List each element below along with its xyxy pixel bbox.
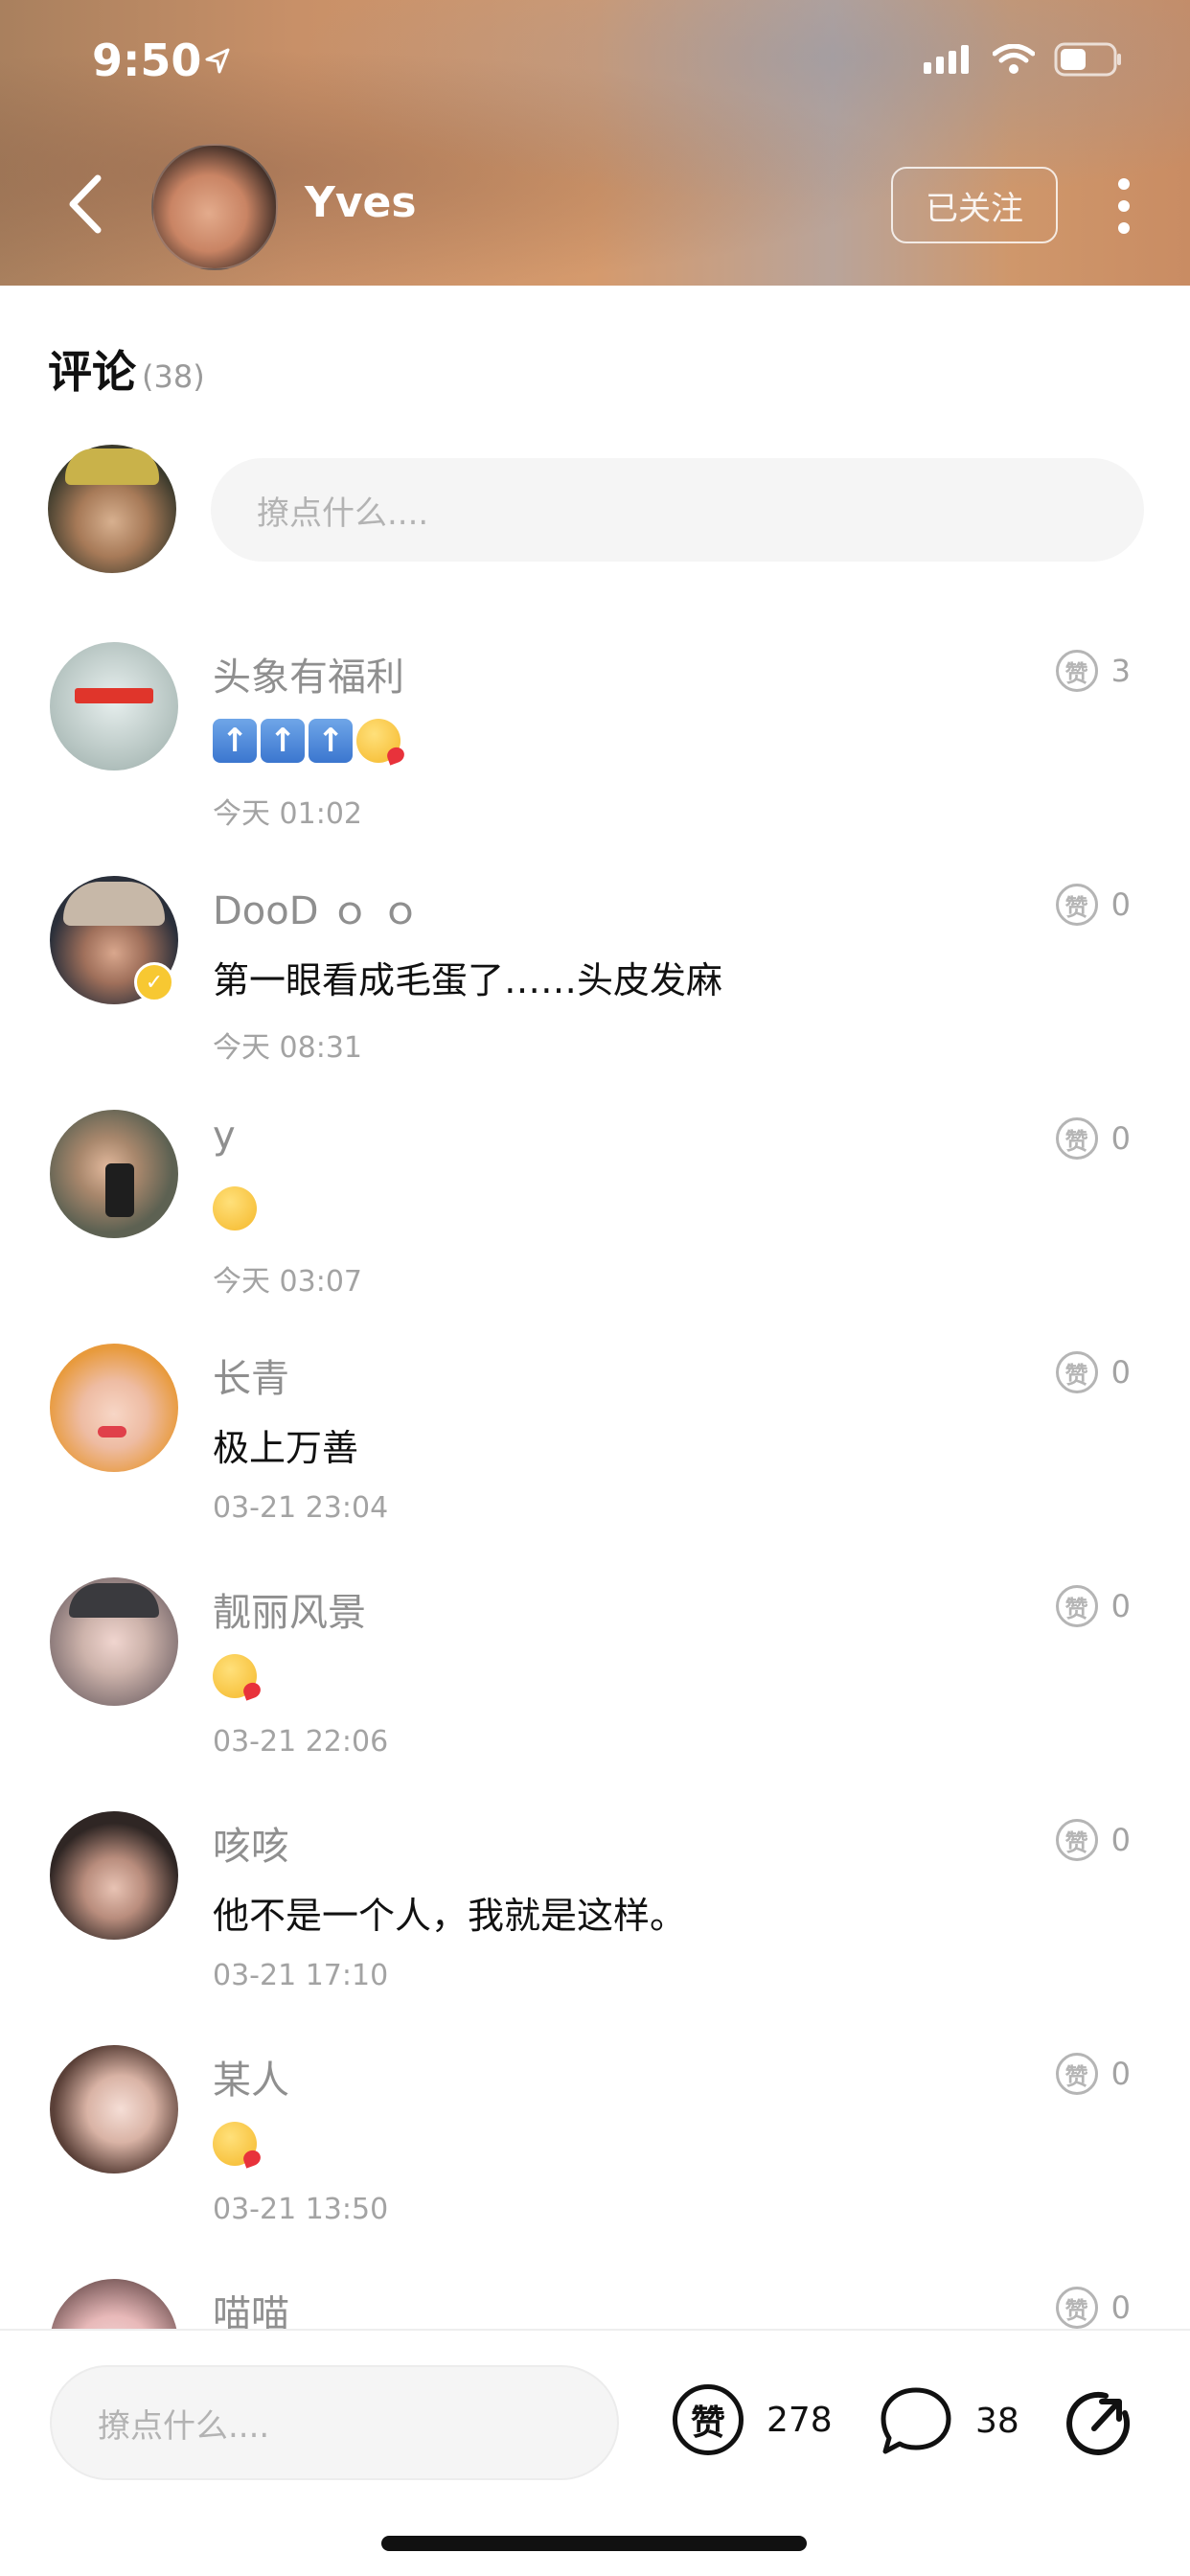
- commenter-name[interactable]: 头象有福利: [213, 646, 404, 702]
- comment-item: 长青 极上万善 03-21 23:04 赞 0: [0, 1334, 1190, 1568]
- author-name[interactable]: Yves: [305, 178, 417, 227]
- comment-like-button[interactable]: 赞 0: [1055, 1819, 1131, 1861]
- kissing-face-emoji-icon: [213, 1653, 257, 1698]
- kissing-face-emoji-icon: [356, 718, 400, 763]
- more-options-icon[interactable]: [1110, 172, 1138, 240]
- kissing-face-emoji-icon: [213, 2121, 257, 2166]
- comment-item: ✓ DooD ｏ ｏ 第一眼看成毛蛋了……头皮发麻 今天 08:31 赞 0: [0, 866, 1190, 1100]
- following-button[interactable]: 已关注: [891, 167, 1058, 243]
- winking-face-emoji-icon: [213, 1185, 257, 1230]
- commenter-avatar[interactable]: [50, 1577, 178, 1706]
- comment-compose-row: 撩点什么....: [48, 445, 1144, 573]
- comment-text: [213, 1184, 257, 1230]
- like-count: 0: [1110, 1354, 1131, 1391]
- home-indicator[interactable]: [381, 2536, 807, 2551]
- comment-text: [213, 2120, 257, 2166]
- like-icon: 赞: [1055, 2287, 1098, 2329]
- comment-like-button[interactable]: 赞 0: [1055, 2287, 1131, 2329]
- comment-input[interactable]: 撩点什么....: [211, 458, 1144, 562]
- comment-like-button[interactable]: 赞 3: [1055, 650, 1131, 692]
- comment-like-button[interactable]: 赞 0: [1055, 1117, 1131, 1160]
- like-count: 0: [1110, 1822, 1131, 1858]
- comment-text: [213, 1652, 257, 1698]
- commenter-avatar[interactable]: [50, 1344, 178, 1472]
- up-arrow-emoji-icon: ↑: [261, 718, 305, 763]
- comment-item: 咳咳 他不是一个人，我就是这样。 03-21 17:10 赞 0: [0, 1802, 1190, 2036]
- comment-like-button[interactable]: 赞 0: [1055, 1351, 1131, 1393]
- comment-text: 第一眼看成毛蛋了……头皮发麻: [213, 959, 723, 1001]
- status-time: 9:50: [92, 34, 202, 86]
- comment-item: y 今天 03:07 赞 0: [0, 1100, 1190, 1334]
- comment-text: 极上万善: [213, 1427, 359, 1469]
- commenter-name[interactable]: 咳咳: [213, 1815, 289, 1871]
- comment-time: 03-21 17:10: [213, 1959, 389, 1992]
- up-arrow-emoji-icon: ↑: [213, 718, 257, 763]
- back-chevron-icon[interactable]: [57, 171, 115, 238]
- comment-time: 03-21 13:50: [213, 2193, 389, 2226]
- like-count: 0: [1110, 2056, 1131, 2092]
- commenter-avatar[interactable]: [50, 1811, 178, 1940]
- comment-button[interactable]: 38: [878, 2384, 1019, 2457]
- comments-title: 评论: [48, 346, 136, 398]
- comment-list: 头象有福利 ↑ ↑ ↑ 今天 01:02 赞 3 ✓ DooD ｏ ｏ 第一眼看成毛…: [0, 632, 1190, 2503]
- comment-time: 今天 01:02: [213, 797, 362, 831]
- like-count: 0: [1110, 1120, 1131, 1157]
- like-icon: 赞: [1055, 650, 1098, 692]
- comment-like-button[interactable]: 赞 0: [1055, 1585, 1131, 1627]
- commenter-name[interactable]: y: [213, 1114, 236, 1158]
- comment-total: 38: [975, 2401, 1019, 2441]
- like-button[interactable]: 赞 278: [673, 2384, 833, 2455]
- commenter-name[interactable]: 某人: [213, 2049, 289, 2104]
- like-icon: 赞: [673, 2384, 744, 2455]
- wifi-icon: [993, 44, 1035, 74]
- comment-text: ↑ ↑ ↑: [213, 717, 400, 763]
- comment-bubble-icon: [881, 2387, 951, 2454]
- comment-item: 头象有福利 ↑ ↑ ↑ 今天 01:02 赞 3: [0, 632, 1190, 866]
- comment-item: 靓丽风景 03-21 22:06 赞 0: [0, 1568, 1190, 1802]
- comments-count: (38): [142, 358, 205, 395]
- like-icon: 赞: [1055, 1585, 1098, 1627]
- status-icons: [924, 42, 1123, 77]
- like-icon: 赞: [1055, 1819, 1098, 1861]
- up-arrow-emoji-icon: ↑: [309, 718, 353, 763]
- author-avatar[interactable]: [151, 144, 278, 270]
- like-icon: 赞: [1055, 1117, 1098, 1160]
- like-count: 3: [1110, 653, 1131, 689]
- comment-like-button[interactable]: 赞 0: [1055, 2053, 1131, 2095]
- like-count: 0: [1110, 886, 1131, 923]
- my-avatar: [48, 445, 176, 573]
- like-icon: 赞: [1055, 884, 1098, 926]
- comment-time: 03-21 22:06: [213, 1725, 389, 1759]
- like-total: 278: [767, 2400, 833, 2440]
- comment-time: 今天 03:07: [213, 1265, 362, 1299]
- location-arrow-icon: [205, 48, 230, 74]
- commenter-name[interactable]: 长青: [213, 1347, 289, 1403]
- like-icon: 赞: [1055, 1351, 1098, 1393]
- cellular-signal-icon: [924, 45, 969, 74]
- comments-heading: 评论 (38): [48, 337, 205, 401]
- profile-header: 9:50 Yves 已关注: [0, 0, 1190, 286]
- comment-like-button[interactable]: 赞 0: [1055, 884, 1131, 926]
- verified-badge-icon: ✓: [134, 962, 174, 1002]
- commenter-avatar[interactable]: [50, 642, 178, 770]
- comment-item: 某人 03-21 13:50 赞 0: [0, 2036, 1190, 2269]
- like-count: 0: [1110, 2289, 1131, 2326]
- share-icon[interactable]: [1062, 2384, 1138, 2461]
- comment-time: 今天 08:31: [213, 1031, 362, 1065]
- like-count: 0: [1110, 1588, 1131, 1624]
- bottom-comment-input[interactable]: 撩点什么....: [50, 2365, 619, 2480]
- like-icon: 赞: [1055, 2053, 1098, 2095]
- commenter-avatar[interactable]: [50, 2045, 178, 2174]
- commenter-avatar[interactable]: [50, 1110, 178, 1238]
- commenter-name[interactable]: DooD ｏ ｏ: [213, 880, 420, 935]
- comment-time: 03-21 23:04: [213, 1491, 389, 1525]
- comment-text: 他不是一个人，我就是这样。: [213, 1895, 687, 1937]
- commenter-name[interactable]: 靓丽风景: [213, 1581, 366, 1637]
- battery-icon: [1054, 42, 1121, 77]
